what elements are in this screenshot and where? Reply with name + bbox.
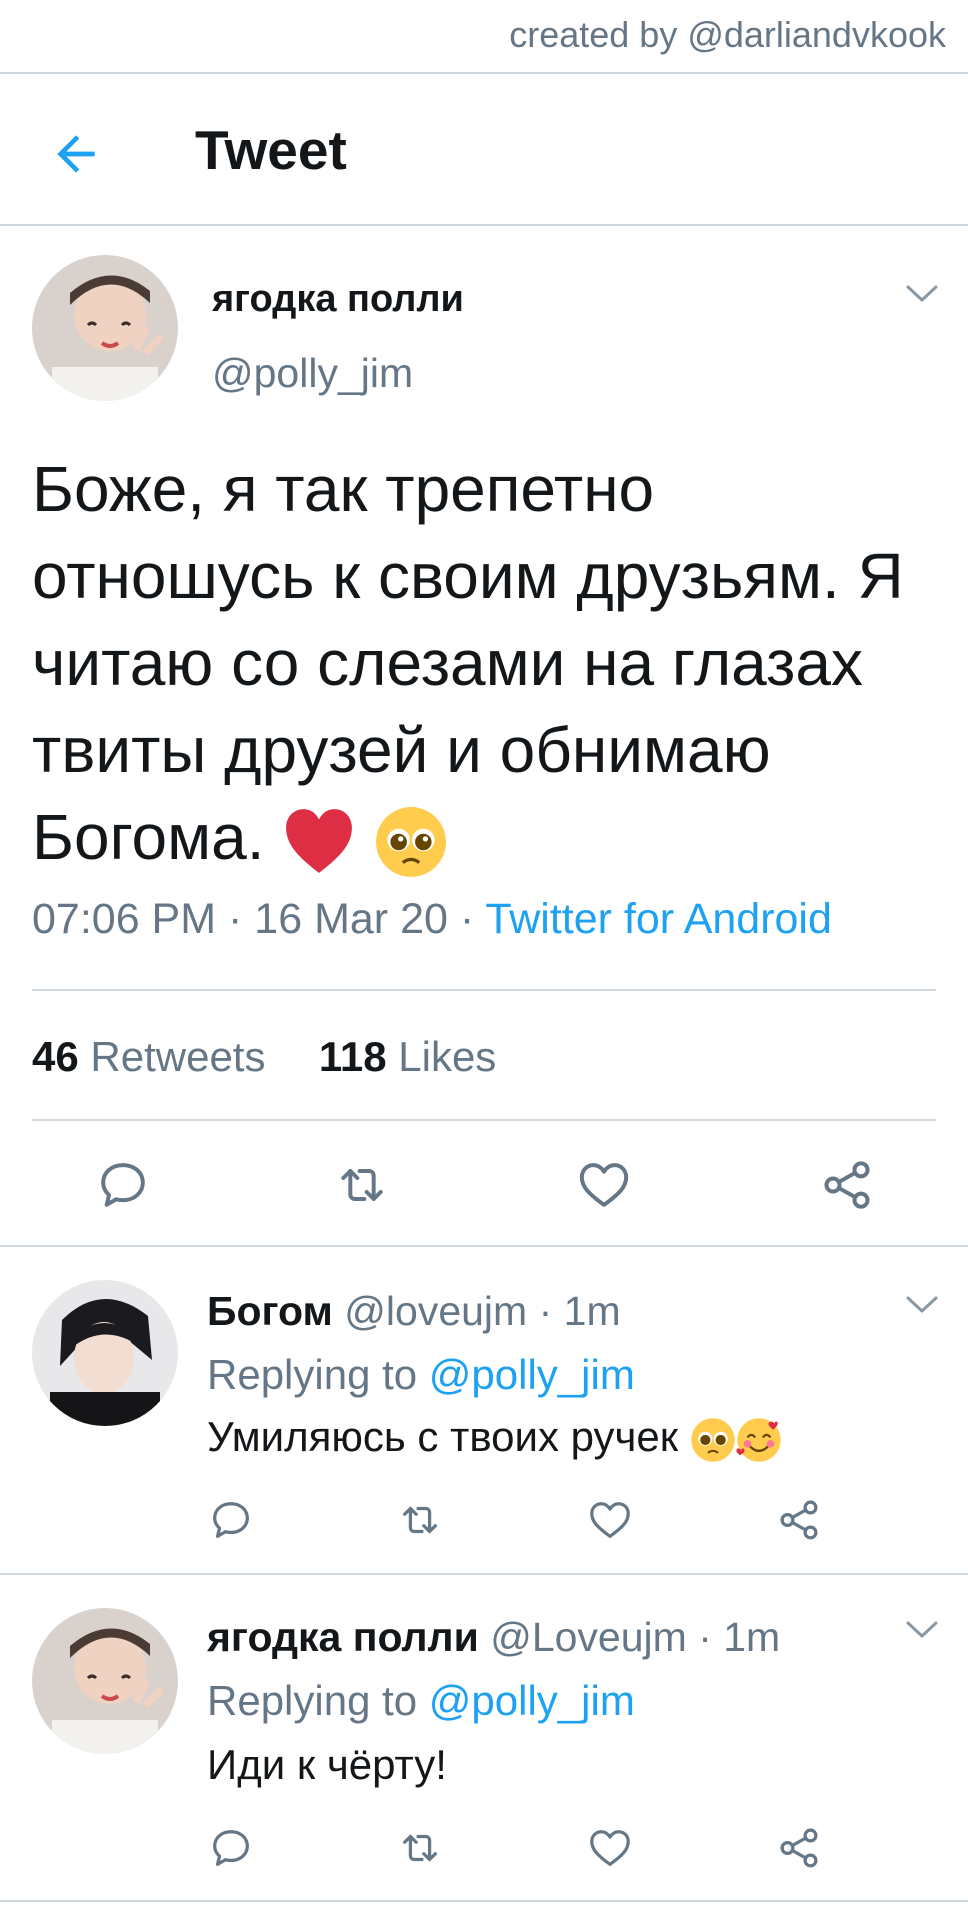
share-icon[interactable] xyxy=(776,1497,822,1543)
share-icon[interactable] xyxy=(776,1825,822,1871)
replying-to: Replying to @polly_jim xyxy=(207,1677,635,1725)
chevron-down-icon[interactable] xyxy=(905,1620,939,1640)
replying-to: Replying to @polly_jim xyxy=(207,1351,635,1399)
page-title: Tweet xyxy=(195,119,347,181)
reply-time: 1m xyxy=(723,1614,781,1660)
likes-count: 118 xyxy=(318,1033,387,1080)
replying-label: Replying to xyxy=(207,1351,418,1398)
reply-divider xyxy=(0,1900,968,1902)
reply-icon[interactable] xyxy=(208,1497,254,1543)
author-handle[interactable]: @polly_jim xyxy=(212,350,413,397)
retweet-icon[interactable] xyxy=(397,1497,443,1543)
reply-author-handle[interactable]: @loveujm xyxy=(344,1288,527,1334)
reply-icon[interactable] xyxy=(208,1825,254,1871)
reply-time: 1m xyxy=(563,1288,621,1334)
reply-icon[interactable] xyxy=(95,1157,151,1213)
smiling-face-with-hearts-icon xyxy=(736,1418,781,1462)
red-heart-icon xyxy=(286,809,353,873)
reply-author-handle[interactable]: @Loveujm xyxy=(490,1614,687,1660)
likes-label: Likes xyxy=(398,1033,497,1080)
top-divider xyxy=(0,72,968,74)
pleading-face-icon xyxy=(691,1418,735,1462)
reply-header: Богом @loveujm · 1m xyxy=(207,1288,621,1334)
tweet-text: Боже, я так трепетно отношусь к своим др… xyxy=(32,446,952,881)
header-divider xyxy=(0,224,968,226)
reply-text: Иди к чёрту! xyxy=(207,1741,447,1788)
tweet-time: 07:06 PM xyxy=(32,895,217,943)
watermark-credit: created by @darliandvkook xyxy=(509,14,946,55)
like-heart-icon[interactable] xyxy=(576,1157,632,1213)
reply-author-name[interactable]: Богом xyxy=(207,1288,333,1334)
tweet-source-link[interactable]: Twitter for Android xyxy=(485,895,832,943)
stats-divider xyxy=(32,1119,936,1121)
meta-divider xyxy=(32,989,936,991)
avatar[interactable] xyxy=(32,1280,178,1426)
reply-author-name[interactable]: ягодка полли xyxy=(207,1614,479,1660)
tweet-stats: 46 Retweets 118 Likes xyxy=(32,1033,496,1081)
avatar[interactable] xyxy=(32,255,178,401)
reply-text: Умиляюсь с твоих ручек xyxy=(207,1413,782,1463)
like-heart-icon[interactable] xyxy=(587,1497,633,1543)
replying-handle-link[interactable]: @polly_jim xyxy=(429,1351,635,1398)
tweet-date: 16 Mar 20 xyxy=(254,895,448,943)
tweet-bottom-divider xyxy=(0,1245,968,1247)
retweets-stat[interactable]: 46 Retweets xyxy=(32,1033,265,1080)
reply-header: ягодка полли @Loveujm · 1m xyxy=(207,1614,781,1660)
tweet-body: Боже, я так трепетно отношусь к своим др… xyxy=(32,453,904,873)
chevron-down-icon[interactable] xyxy=(905,1295,939,1315)
author-name[interactable]: ягодка полли xyxy=(212,278,464,321)
retweet-icon[interactable] xyxy=(397,1825,443,1871)
tweet-meta: 07:06 PM · 16 Mar 20 · Twitter for Andro… xyxy=(32,895,832,943)
avatar[interactable] xyxy=(32,1608,178,1754)
retweets-count: 46 xyxy=(32,1033,79,1080)
chevron-down-icon[interactable] xyxy=(905,284,939,304)
share-icon[interactable] xyxy=(819,1157,875,1213)
reply-divider xyxy=(0,1573,968,1575)
replying-label: Replying to xyxy=(207,1677,418,1724)
pleading-face-icon xyxy=(376,807,447,878)
arrow-left-icon[interactable] xyxy=(48,126,104,182)
reply-body: Умиляюсь с твоих ручек xyxy=(207,1413,679,1460)
retweets-label: Retweets xyxy=(90,1033,266,1080)
likes-stat[interactable]: 118 Likes xyxy=(319,1033,497,1080)
like-heart-icon[interactable] xyxy=(587,1825,633,1871)
retweet-icon[interactable] xyxy=(334,1157,390,1213)
replying-handle-link[interactable]: @polly_jim xyxy=(429,1677,635,1724)
